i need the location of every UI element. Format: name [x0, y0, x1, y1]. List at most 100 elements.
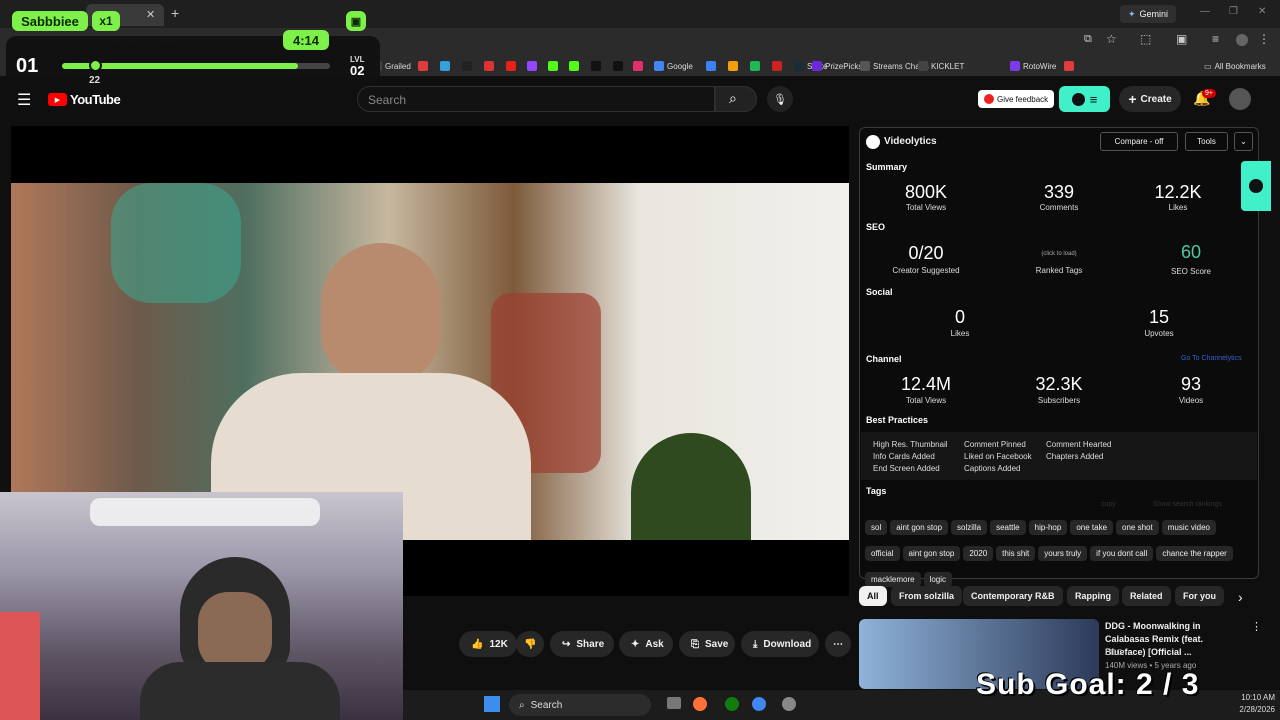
download-button[interactable]: ⤓ Download	[741, 631, 819, 657]
bookmark-item[interactable]	[1064, 59, 1074, 73]
bookmark-item[interactable]: Google	[654, 59, 693, 73]
bookmark-item[interactable]	[527, 59, 537, 73]
bookmark-item[interactable]	[418, 59, 428, 73]
bookmark-item[interactable]: RotoWire	[1010, 59, 1056, 73]
save-button[interactable]: ⎘ Save	[679, 631, 735, 657]
tag-chip[interactable]: aint gon stop	[890, 520, 949, 535]
bookmark-item[interactable]	[591, 59, 601, 73]
tag-chip[interactable]: one take	[1070, 520, 1114, 535]
youtube-logo[interactable]: ▶ YouTube	[48, 92, 121, 107]
bookmark-item[interactable]	[569, 59, 579, 73]
new-tab-icon[interactable]: +	[171, 5, 179, 21]
bookmark-item[interactable]	[728, 59, 738, 73]
like-button[interactable]: 👍 12K	[459, 631, 517, 657]
copy-tags-link[interactable]: copy	[1101, 501, 1116, 508]
windows-start-icon[interactable]	[484, 696, 500, 712]
rec-channel[interactable]: DDG	[1105, 648, 1123, 657]
bookmark-item[interactable]	[440, 59, 450, 73]
search-input[interactable]: Search	[357, 86, 715, 112]
profile-avatar[interactable]	[1236, 34, 1248, 46]
go-to-channelytics-link[interactable]: Go To Channelytics	[1181, 355, 1242, 362]
search-button[interactable]: ⌕	[715, 86, 757, 112]
microphone-icon: 🎙	[773, 93, 787, 106]
downloads-icon[interactable]: ≡	[1212, 32, 1219, 46]
tag-chip[interactable]: macklemore	[865, 572, 921, 587]
bookmark-label: Grailed	[385, 61, 411, 71]
filter-chip[interactable]: Rapping	[1067, 586, 1119, 606]
tag-chip[interactable]: yours truly	[1038, 546, 1088, 561]
bookmark-item[interactable]	[750, 59, 760, 73]
bookmark-item[interactable]: KICKLET	[918, 59, 964, 73]
close-tab-icon[interactable]: ✕	[146, 8, 155, 21]
ranked-tags-load-link[interactable]: (click to load)	[999, 251, 1119, 257]
minimize-icon[interactable]: —	[1200, 6, 1210, 17]
sidepanel-icon[interactable]: ▣	[1176, 32, 1187, 46]
bookmark-item[interactable]	[706, 59, 716, 73]
chrome-icon[interactable]	[752, 697, 766, 711]
filter-chip[interactable]: Contemporary R&B	[963, 586, 1063, 606]
voice-search-button[interactable]: 🎙	[767, 86, 793, 112]
extensions-icon[interactable]: ⬚	[1140, 32, 1151, 46]
bookmark-item[interactable]	[548, 59, 558, 73]
share-button[interactable]: ↪ Share	[550, 631, 614, 657]
chips-next-chevron-icon[interactable]: ›	[1238, 589, 1243, 605]
social-likes-value: 0	[954, 307, 965, 327]
close-window-icon[interactable]: ✕	[1258, 6, 1266, 17]
ask-button[interactable]: ✦ Ask	[619, 631, 673, 657]
tag-chip[interactable]: if you dont call	[1090, 546, 1154, 561]
filter-chip[interactable]: For you	[1175, 586, 1224, 606]
tag-chip[interactable]: aint gon stop	[902, 546, 961, 561]
tag-chip[interactable]: logic	[923, 572, 953, 587]
tag-chip[interactable]: hip-hop	[1028, 520, 1068, 535]
give-feedback-button[interactable]: Give feedback	[978, 90, 1055, 108]
tag-chip[interactable]: official	[865, 546, 900, 561]
task-view-icon[interactable]	[667, 697, 681, 709]
videolytics-side-tab[interactable]	[1241, 161, 1271, 211]
xbox-icon[interactable]	[725, 697, 739, 711]
tag-chip[interactable]: sol	[865, 520, 888, 535]
gemini-button[interactable]: ✦ Gemini	[1120, 5, 1177, 23]
tag-chip[interactable]: 2020	[963, 546, 994, 561]
bookmark-item[interactable]	[613, 59, 623, 73]
bookmark-item[interactable]	[484, 59, 494, 73]
tags-heading: Tags	[866, 486, 887, 496]
filter-chip[interactable]: Related	[1122, 586, 1171, 606]
rec-more-icon[interactable]: ⋮	[1251, 620, 1262, 633]
dislike-button[interactable]: 👎	[516, 631, 544, 657]
hamburger-menu-icon[interactable]: ☰	[17, 90, 31, 110]
bookmark-item[interactable]	[772, 59, 782, 73]
screen: ✕ + ✦Gemini — ❐ ✕ youtube.com/watch?v=..…	[0, 0, 1280, 720]
comments-value: 339	[1043, 182, 1075, 202]
firefox-icon[interactable]	[693, 697, 707, 711]
bookmark-item[interactable]	[506, 59, 516, 73]
compare-toggle-button[interactable]: Compare - off	[1100, 132, 1178, 151]
app-icon[interactable]	[782, 697, 796, 711]
tag-chip[interactable]: chance the rapper	[1156, 546, 1233, 561]
create-button[interactable]: + Create	[1119, 86, 1181, 112]
taskbar-search[interactable]: ⌕ Search	[509, 694, 651, 716]
tag-chip[interactable]: this shit	[996, 546, 1036, 561]
account-avatar[interactable]	[1229, 88, 1251, 110]
rec-title[interactable]: DDG - Moonwalking in Calabasas Remix (fe…	[1105, 620, 1245, 659]
likes-value: 12.2K	[1154, 182, 1202, 202]
bookmark-item[interactable]	[462, 59, 472, 73]
cast-icon[interactable]: ⧉	[1084, 33, 1092, 46]
bookmark-item[interactable]: PrizePicks	[812, 59, 862, 73]
tools-dropdown-button[interactable]: Tools	[1185, 132, 1228, 151]
tag-chip[interactable]: one shot	[1116, 520, 1159, 535]
more-actions-button[interactable]: ⋯	[825, 631, 851, 657]
filter-chip[interactable]: From solzilla	[891, 586, 963, 606]
filter-chip[interactable]: All	[859, 586, 887, 606]
maximize-icon[interactable]: ❐	[1229, 6, 1238, 17]
bookmark-star-icon[interactable]: ☆	[1106, 32, 1117, 46]
tag-chip[interactable]: solzilla	[951, 520, 988, 535]
tag-chip[interactable]: music video	[1161, 520, 1216, 535]
menu-icon[interactable]: ⋮	[1258, 32, 1270, 46]
thumbs-down-icon: 👎	[524, 638, 537, 650]
all-bookmarks-button[interactable]: ▭ All Bookmarks	[1204, 59, 1266, 73]
collapse-chevron-icon[interactable]: ⌄	[1234, 132, 1253, 151]
bookmark-item[interactable]	[633, 59, 643, 73]
videolytics-toggle-button[interactable]: ≡	[1059, 86, 1110, 112]
tag-chip[interactable]: seattle	[990, 520, 1026, 535]
show-rankings-link[interactable]: Show search rankings	[1153, 501, 1222, 508]
